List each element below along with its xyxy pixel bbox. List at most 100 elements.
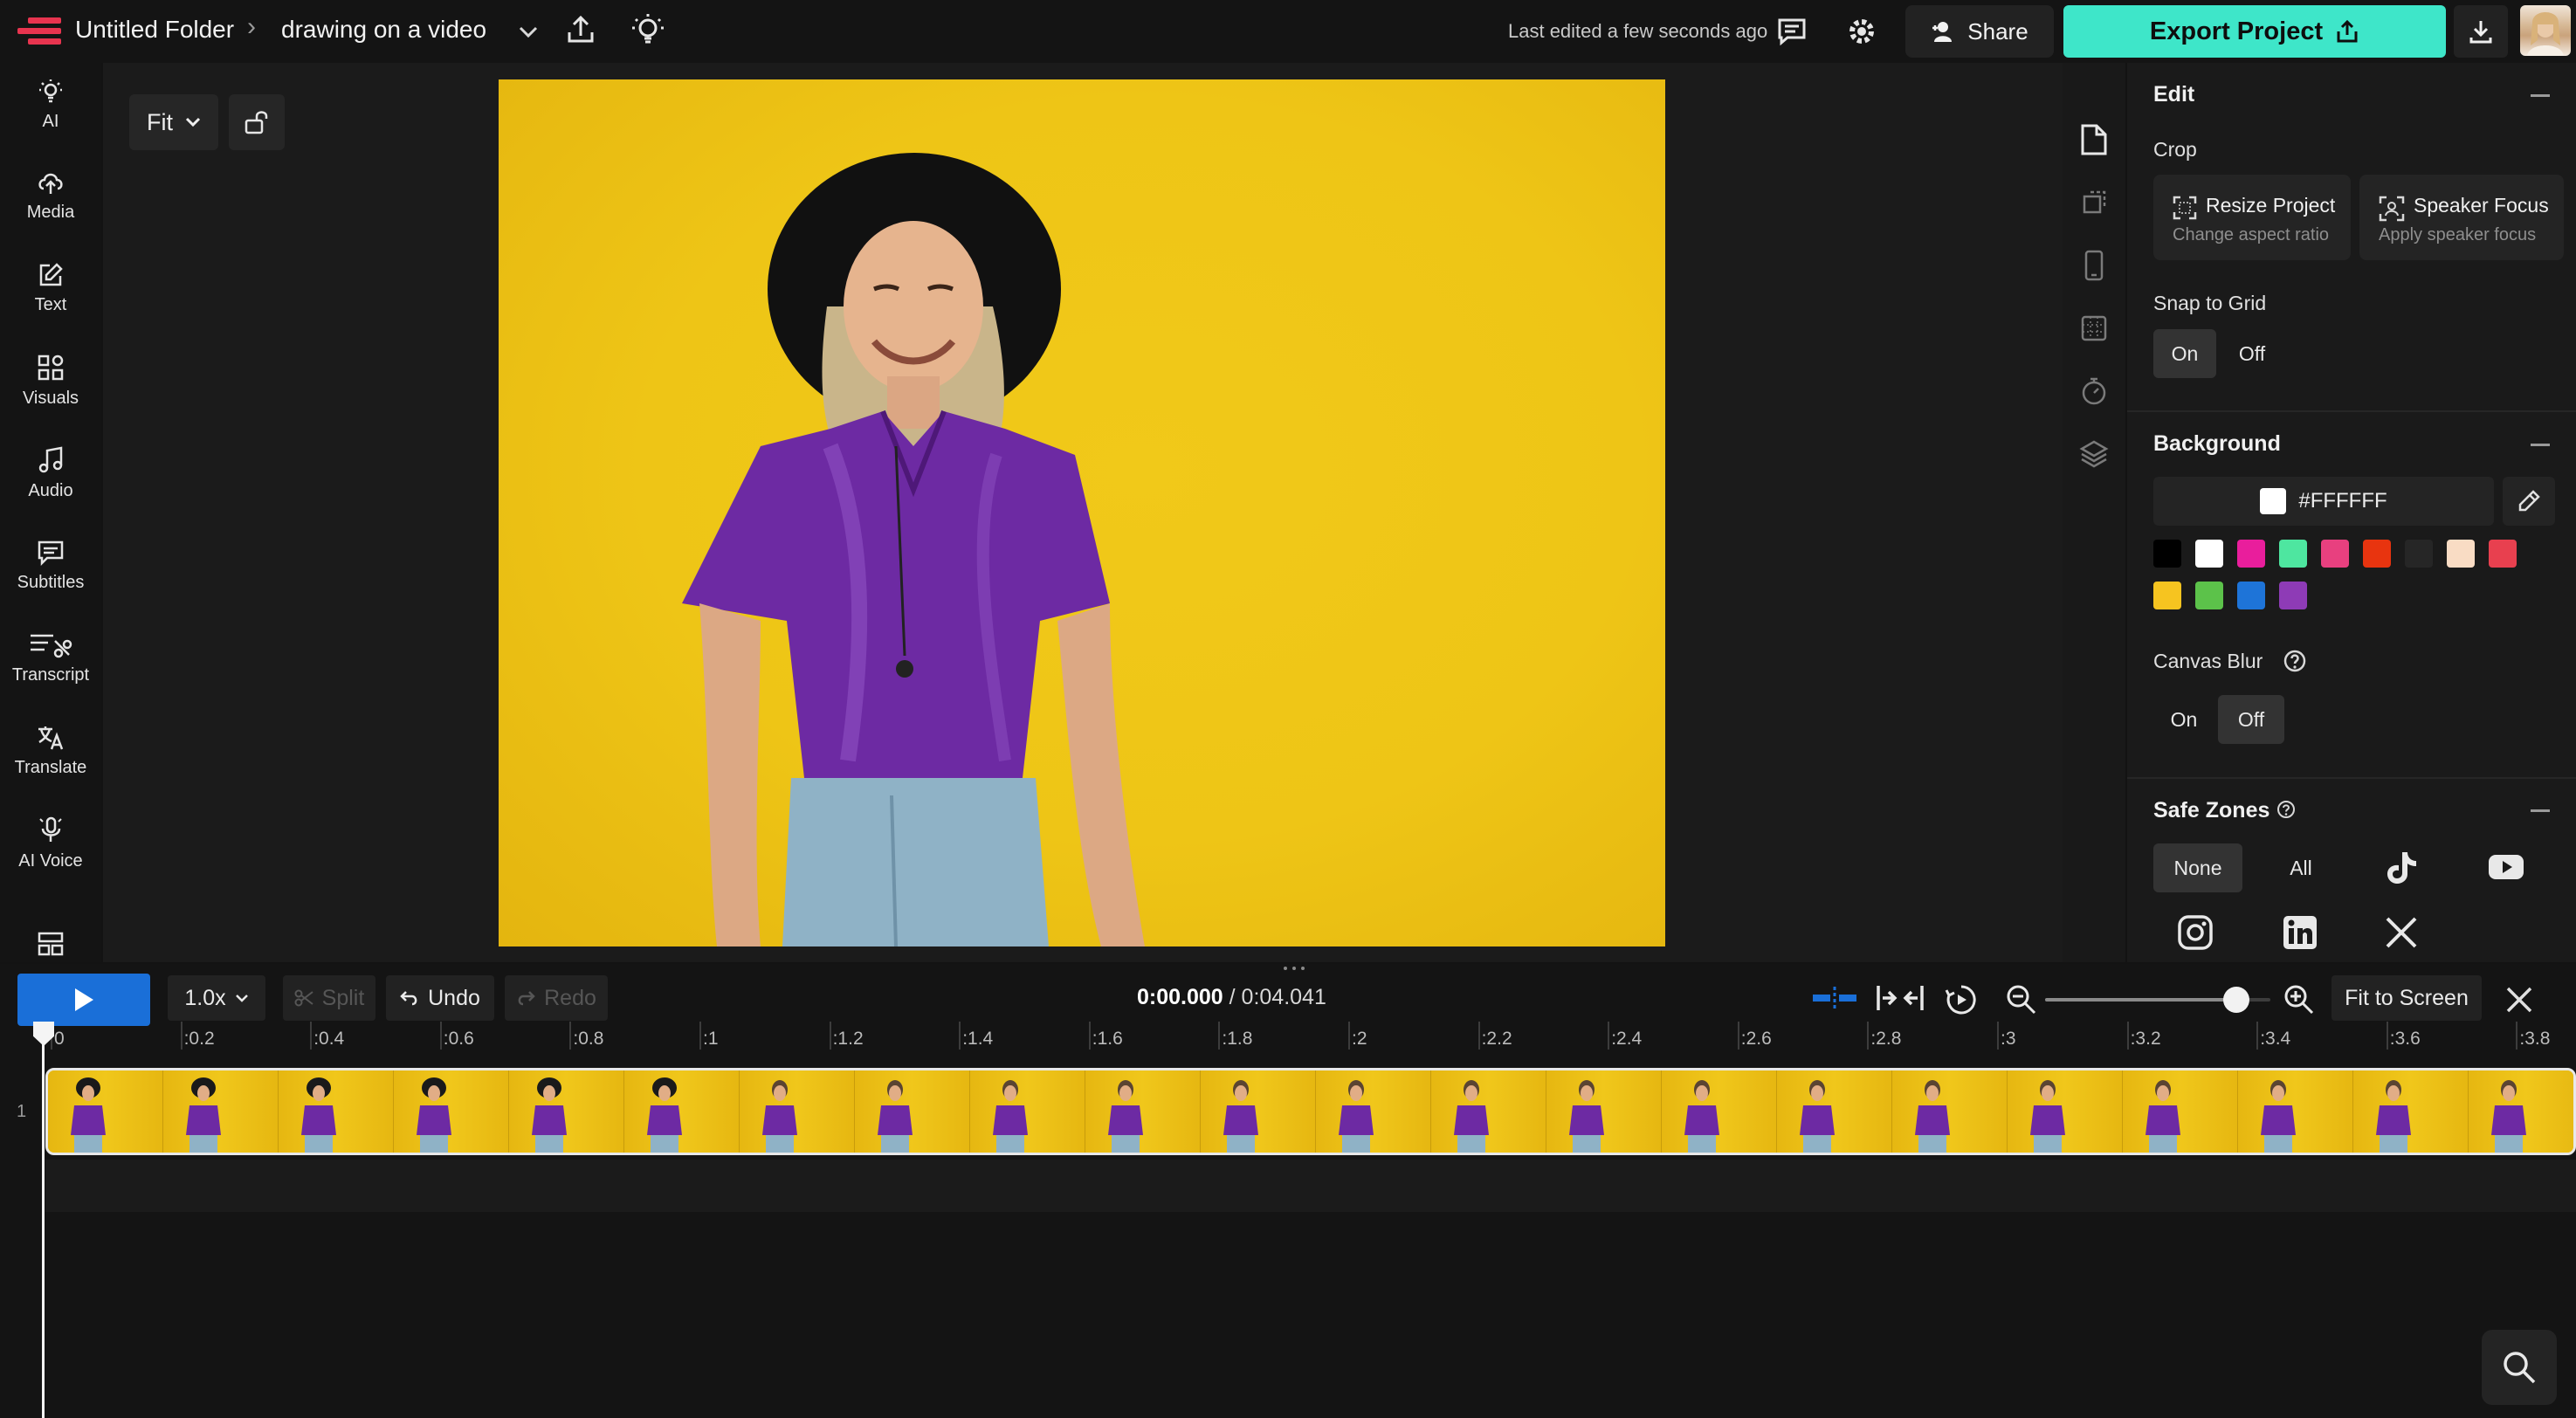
track-thumbnail — [2123, 1070, 2238, 1153]
snap-magnet-icon[interactable] — [1811, 985, 1858, 1011]
snap-on-toggle[interactable]: On — [2153, 329, 2216, 378]
idea-bulb-icon[interactable] — [629, 10, 667, 49]
comments-icon[interactable] — [1774, 14, 1809, 49]
split-button[interactable]: Split — [283, 975, 375, 1021]
video-preview[interactable] — [499, 79, 1665, 946]
color-swatch[interactable] — [2153, 540, 2181, 568]
blur-on-toggle[interactable]: On — [2153, 695, 2214, 744]
loop-playback-icon[interactable] — [1944, 983, 1979, 1016]
left-sidebar: AI Media Text Visuals Audio Subtitles Tr… — [0, 63, 101, 962]
search-button[interactable] — [2482, 1330, 2557, 1405]
video-track-clip[interactable] — [45, 1068, 2576, 1155]
fit-clips-icon[interactable] — [1876, 983, 1925, 1013]
layout-templates-icon[interactable] — [37, 931, 65, 957]
color-swatch[interactable] — [2195, 582, 2223, 609]
ruler-tick-label: :0.8 — [573, 1029, 604, 1049]
project-settings-icon[interactable] — [2063, 112, 2125, 168]
share-label: Share — [1967, 17, 2028, 45]
sidebar-item-audio[interactable]: Audio — [0, 431, 101, 515]
sidebar-item-visuals[interactable]: Visuals — [0, 339, 101, 423]
logo-icon[interactable] — [17, 17, 61, 45]
duration: / 0:04.041 — [1229, 985, 1326, 1009]
collapse-edit-icon[interactable] — [2531, 94, 2550, 97]
time-readout: 0:00.000 / 0:04.041 — [1137, 985, 1326, 1010]
zoom-slider[interactable] — [2045, 987, 2270, 1013]
color-swatch[interactable] — [2279, 540, 2307, 568]
empty-track-lane[interactable] — [45, 1160, 2576, 1212]
timer-icon[interactable] — [2063, 363, 2125, 419]
undo-button[interactable]: Undo — [386, 975, 494, 1021]
grid-icon[interactable] — [2063, 300, 2125, 356]
settings-gear-icon[interactable] — [1844, 14, 1879, 49]
fit-dropdown[interactable]: Fit — [129, 94, 218, 150]
sidebar-item-translate[interactable]: Translate — [0, 709, 101, 793]
color-swatch[interactable] — [2363, 540, 2391, 568]
sidebar-item-text[interactable]: Text — [0, 246, 101, 330]
share-button[interactable]: Share — [1905, 5, 2054, 58]
folder-breadcrumb[interactable]: Untitled Folder — [75, 16, 234, 44]
zoom-in-icon[interactable] — [2283, 983, 2316, 1016]
sidebar-item-transcript[interactable]: Transcript — [0, 616, 101, 700]
ruler-tick-label: :3 — [2001, 1029, 2016, 1049]
subtitles-icon — [38, 540, 64, 566]
export-project-button[interactable]: Export Project — [2063, 5, 2446, 58]
sidebar-item-media[interactable]: Media — [0, 154, 101, 237]
user-avatar[interactable] — [2520, 5, 2571, 56]
scissors-icon — [294, 989, 313, 1007]
safe-zone-none-toggle[interactable]: None — [2153, 843, 2242, 892]
collapse-background-icon[interactable] — [2531, 444, 2550, 446]
playback-speed-dropdown[interactable]: 1.0x — [168, 975, 265, 1021]
close-timeline-icon[interactable] — [2504, 985, 2534, 1015]
project-name[interactable]: drawing on a video — [281, 16, 486, 44]
download-button[interactable] — [2454, 5, 2508, 58]
safe-zone-all-toggle[interactable]: All — [2256, 843, 2345, 892]
timeline-resize-handle[interactable] — [1282, 966, 1306, 971]
background-color-field[interactable]: #FFFFFF — [2153, 477, 2494, 526]
resize-project-button[interactable]: Resize Project Change aspect ratio — [2153, 175, 2351, 260]
color-swatch[interactable] — [2237, 582, 2265, 609]
crop-resize-icon[interactable] — [2063, 175, 2125, 231]
color-swatch[interactable] — [2405, 540, 2433, 568]
speaker-focus-button[interactable]: Speaker Focus Apply speaker focus — [2359, 175, 2564, 260]
linkedin-icon[interactable] — [2281, 913, 2319, 952]
play-button[interactable] — [17, 974, 150, 1026]
mobile-preview-icon[interactable] — [2063, 237, 2125, 293]
safe-zones-help-icon[interactable] — [2276, 800, 2296, 819]
speaker-focus-subtitle: Apply speaker focus — [2379, 225, 2537, 244]
tiktok-icon[interactable] — [2382, 849, 2421, 887]
time-ruler[interactable]: 0:0.2:0.4:0.6:0.8:1:1.2:1.4:1.6:1.8:2:2.… — [44, 1022, 2576, 1053]
help-icon[interactable] — [2283, 649, 2307, 673]
eyedropper-button[interactable] — [2503, 477, 2555, 526]
snap-off-toggle[interactable]: Off — [2221, 329, 2283, 378]
fit-to-screen-button[interactable]: Fit to Screen — [2331, 975, 2482, 1021]
sidebar-item-ai[interactable]: AI — [0, 63, 101, 147]
color-swatch[interactable] — [2489, 540, 2517, 568]
playhead[interactable] — [42, 1023, 45, 1418]
canvas-blur-label: Canvas Blur — [2153, 650, 2263, 672]
ruler-tick — [959, 1022, 961, 1050]
color-swatch[interactable] — [2321, 540, 2349, 568]
layers-icon[interactable] — [2063, 426, 2125, 482]
last-edited-status: Last edited a few seconds ago — [1508, 20, 1768, 42]
x-twitter-icon[interactable] — [2384, 915, 2419, 950]
ruler-tick-label: 0 — [54, 1029, 65, 1049]
ruler-tick-label: :1 — [703, 1029, 719, 1049]
project-menu-chevron-icon[interactable] — [515, 19, 541, 45]
color-swatch[interactable] — [2153, 582, 2181, 609]
unlock-ratio-button[interactable] — [229, 94, 285, 150]
sidebar-item-subtitles[interactable]: Subtitles — [0, 524, 101, 608]
blur-off-toggle[interactable]: Off — [2218, 695, 2284, 744]
instagram-icon[interactable] — [2176, 913, 2214, 952]
youtube-icon[interactable] — [2487, 852, 2525, 884]
upload-icon[interactable] — [563, 12, 598, 47]
color-swatch[interactable] — [2447, 540, 2475, 568]
ruler-tick — [829, 1022, 831, 1050]
color-swatch[interactable] — [2279, 582, 2307, 609]
zoom-out-icon[interactable] — [2005, 983, 2038, 1016]
redo-button[interactable]: Redo — [505, 975, 608, 1021]
color-swatch[interactable] — [2195, 540, 2223, 568]
resize-project-subtitle: Change aspect ratio — [2173, 225, 2330, 244]
color-swatch[interactable] — [2237, 540, 2265, 568]
collapse-safe-zones-icon[interactable] — [2531, 809, 2550, 812]
sidebar-item-ai-voice[interactable]: AI Voice — [0, 802, 101, 885]
